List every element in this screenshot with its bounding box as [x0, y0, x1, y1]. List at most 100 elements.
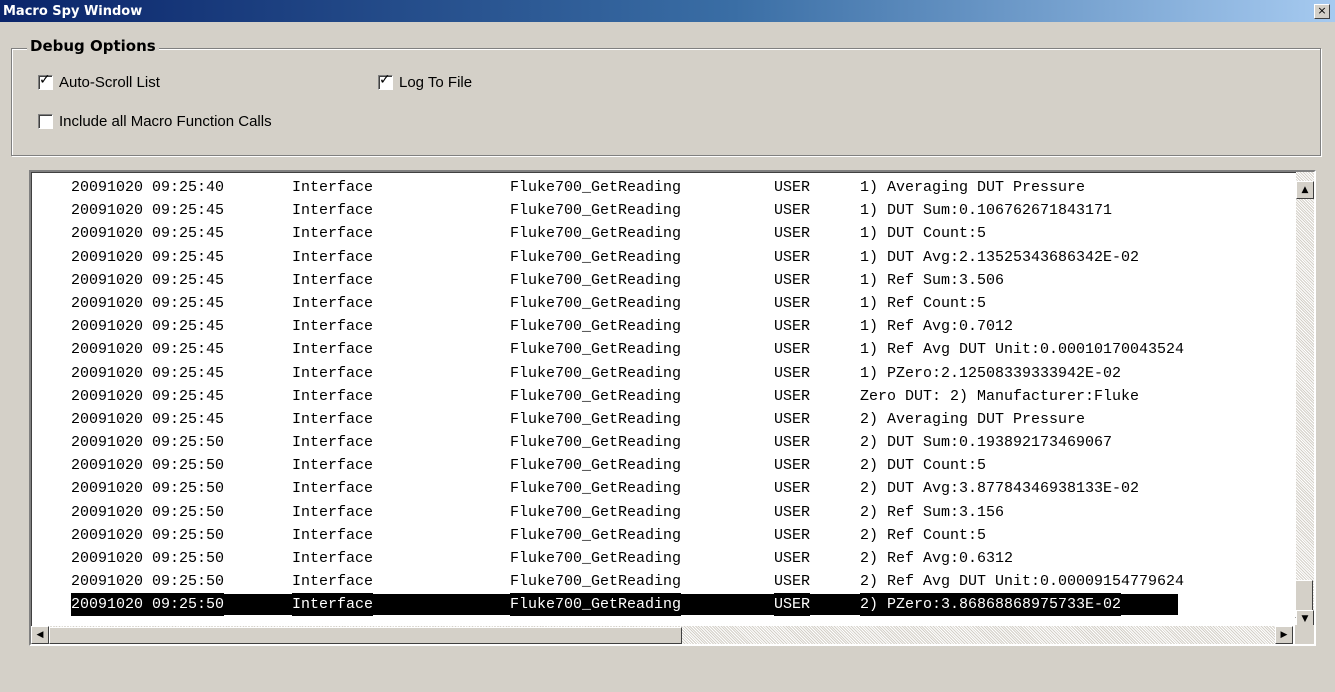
- log-category: Interface: [292, 573, 374, 591]
- log-message: 2) Ref Avg DUT Unit:0.00009154779624: [860, 573, 1185, 591]
- log-row[interactable]: 20091020 09:25:50 Interface Fluke700_GetRe…: [31, 547, 1295, 570]
- auto-scroll-checkbox[interactable]: ✓ Auto-Scroll List: [38, 72, 160, 91]
- log-timestamp: 20091020 09:25:50: [71, 593, 225, 617]
- scroll-left-button[interactable]: ◀: [31, 626, 49, 644]
- log-category: Interface: [292, 294, 374, 312]
- log-to-file-box[interactable]: ✓: [378, 72, 393, 90]
- log-row[interactable]: 20091020 09:25:45 Interface Fluke700_GetRe…: [31, 222, 1295, 245]
- log-message: 1) Ref Avg DUT Unit:0.00010170043524: [860, 341, 1185, 359]
- auto-scroll-box[interactable]: ✓: [38, 72, 53, 90]
- log-row[interactable]: 20091020 09:25:45 Interface Fluke700_GetRe…: [31, 269, 1295, 292]
- horizontal-scrollbar[interactable]: ◀ ▶: [31, 626, 1293, 644]
- log-source: USER: [774, 271, 811, 289]
- log-function: Fluke700_GetReading: [510, 248, 682, 266]
- log-message: 2) Ref Count:5: [860, 526, 987, 544]
- log-source: USER: [774, 526, 811, 544]
- log-function: Fluke700_GetReading: [510, 550, 682, 567]
- log-category: Interface: [292, 271, 374, 289]
- log-message: 1) PZero:2.12508339333942E-02: [860, 364, 1122, 382]
- log-function: Fluke700_GetReading: [510, 225, 682, 243]
- log-timestamp: 20091020 09:25:45: [71, 248, 225, 266]
- log-category: Interface: [292, 480, 374, 498]
- check-icon: ✓: [39, 72, 51, 88]
- log-category: Interface: [292, 457, 374, 475]
- log-row[interactable]: 20091020 09:25:50 Interface Fluke700_GetRe…: [31, 524, 1295, 547]
- log-function: Fluke700_GetReading: [510, 294, 682, 312]
- log-timestamp: 20091020 09:25:45: [71, 318, 225, 336]
- log-category: Interface: [292, 550, 374, 567]
- log-category: Interface: [292, 179, 374, 196]
- log-timestamp: 20091020 09:25:50: [71, 573, 225, 591]
- log-function: Fluke700_GetReading: [510, 410, 682, 428]
- log-row[interactable]: 20091020 09:25:45 Interface Fluke700_GetRe…: [31, 408, 1295, 431]
- log-row[interactable]: 20091020 09:25:45 Interface Fluke700_GetRe…: [31, 338, 1295, 361]
- log-function: Fluke700_GetReading: [510, 593, 682, 617]
- log-timestamp: 20091020 09:25:50: [71, 434, 225, 452]
- include-all-macro-calls-checkbox[interactable]: Include all Macro Function Calls: [38, 113, 272, 130]
- log-function: Fluke700_GetReading: [510, 179, 682, 196]
- log-source: USER: [774, 364, 811, 382]
- debug-options-group: [11, 48, 1321, 156]
- log-source: USER: [774, 179, 811, 196]
- log-row[interactable]: 20091020 09:25:40 Interface Fluke700_GetRe…: [31, 176, 1295, 199]
- log-message: 1) Ref Avg:0.7012: [860, 318, 1014, 336]
- log-function: Fluke700_GetReading: [510, 503, 682, 521]
- log-timestamp: 20091020 09:25:50: [71, 503, 225, 521]
- log-row[interactable]: 20091020 09:25:50 Interface Fluke700_GetRe…: [31, 501, 1295, 524]
- log-row[interactable]: 20091020 09:25:45 Interface Fluke700_GetRe…: [31, 246, 1295, 269]
- log-timestamp: 20091020 09:25:50: [71, 480, 225, 498]
- log-message: 2) PZero:3.86868868975733E-02: [860, 593, 1122, 617]
- log-message: 2) Averaging DUT Pressure: [860, 410, 1086, 428]
- log-row[interactable]: 20091020 09:25:50 Interface Fluke700_GetRe…: [31, 477, 1295, 500]
- log-timestamp: 20091020 09:25:40: [71, 179, 225, 196]
- horizontal-scroll-thumb[interactable]: [49, 627, 682, 644]
- log-function: Fluke700_GetReading: [510, 364, 682, 382]
- log-category: Interface: [292, 434, 374, 452]
- log-source: USER: [774, 434, 811, 452]
- log-function: Fluke700_GetReading: [510, 434, 682, 452]
- log-row[interactable]: 20091020 09:25:50 Interface Fluke700_GetRe…: [31, 593, 1295, 617]
- log-source: USER: [774, 503, 811, 521]
- log-to-file-checkbox[interactable]: ✓ Log To File: [378, 72, 472, 91]
- log-list[interactable]: 20091020 09:25:40 Interface Fluke700_GetRe…: [29, 170, 1316, 646]
- log-row[interactable]: 20091020 09:25:45 Interface Fluke700_GetRe…: [31, 362, 1295, 385]
- log-row[interactable]: 20091020 09:25:50 Interface Fluke700_GetRe…: [31, 570, 1295, 593]
- log-function: Fluke700_GetReading: [510, 341, 682, 359]
- log-timestamp: 20091020 09:25:45: [71, 225, 225, 243]
- scroll-right-button[interactable]: ▶: [1275, 626, 1293, 644]
- log-row[interactable]: 20091020 09:25:50 Interface Fluke700_GetRe…: [31, 431, 1295, 454]
- log-category: Interface: [292, 225, 374, 243]
- log-source: USER: [774, 248, 811, 266]
- log-source: USER: [774, 410, 811, 428]
- log-rows: 20091020 09:25:40 Interface Fluke700_GetRe…: [31, 176, 1295, 617]
- title-bar[interactable]: Macro Spy Window ×: [0, 0, 1335, 22]
- log-category: Interface: [292, 526, 374, 544]
- scroll-up-button[interactable]: ▲: [1296, 181, 1314, 199]
- log-source: USER: [774, 341, 811, 359]
- log-category: Interface: [292, 318, 374, 336]
- log-timestamp: 20091020 09:25:45: [71, 271, 225, 289]
- log-message: 1) DUT Avg:2.13525343686342E-02: [860, 248, 1140, 266]
- log-row[interactable]: 20091020 09:25:45 Interface Fluke700_GetRe…: [31, 315, 1295, 338]
- window-title: Macro Spy Window: [3, 3, 143, 19]
- log-row[interactable]: 20091020 09:25:50 Interface Fluke700_GetRe…: [31, 454, 1295, 477]
- log-timestamp: 20091020 09:25:50: [71, 550, 225, 567]
- log-function: Fluke700_GetReading: [510, 271, 682, 289]
- log-timestamp: 20091020 09:25:45: [71, 202, 225, 220]
- log-category: Interface: [292, 248, 374, 266]
- log-timestamp: 20091020 09:25:45: [71, 294, 225, 312]
- log-row[interactable]: 20091020 09:25:45 Interface Fluke700_GetRe…: [31, 292, 1295, 315]
- log-row[interactable]: 20091020 09:25:45 Interface Fluke700_GetRe…: [31, 199, 1295, 222]
- log-source: USER: [774, 202, 811, 220]
- log-message: Zero DUT: 2) Manufacturer:Fluke: [860, 387, 1140, 405]
- log-row[interactable]: 20091020 09:25:45 Interface Fluke700_GetRe…: [31, 385, 1295, 408]
- log-message: 2) Ref Avg:0.6312: [860, 550, 1014, 567]
- close-button[interactable]: ×: [1314, 4, 1330, 19]
- log-function: Fluke700_GetReading: [510, 387, 682, 405]
- log-function: Fluke700_GetReading: [510, 202, 682, 220]
- include-all-box[interactable]: [38, 114, 53, 129]
- log-message: 2) DUT Sum:0.193892173469067: [860, 434, 1113, 452]
- debug-options-legend: Debug Options: [27, 37, 159, 55]
- vertical-scrollbar[interactable]: ▲ ▼: [1295, 172, 1314, 628]
- log-message: 1) Ref Sum:3.506: [860, 271, 1005, 289]
